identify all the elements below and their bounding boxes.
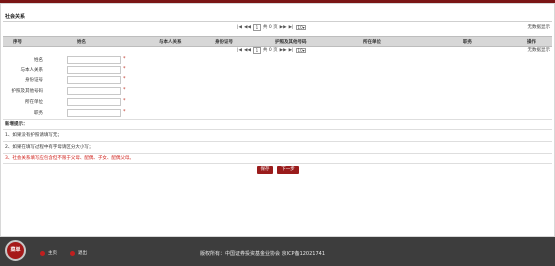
no-records-label-top: 无数据显示: [527, 25, 551, 30]
logout-label: 退出: [78, 251, 87, 256]
page-number-input[interactable]: 1: [252, 23, 261, 31]
field-label: 护照及其他号码: [11, 89, 44, 94]
section-divider: [3, 21, 552, 22]
tip-item-highlight: 3、社会关系填写应包含但不限于父母、配偶、子女、配偶父母。: [5, 156, 134, 161]
field-label: 身份证号: [25, 78, 43, 83]
tips-divider: [3, 153, 552, 154]
col-header-index: 序号: [13, 40, 22, 45]
col-header-passport: 护照及其他号码: [275, 40, 307, 45]
tip-item: 2、如果在填写过程中有字母请区分大小写；: [5, 145, 94, 150]
required-mark: *: [123, 76, 126, 82]
col-header-position: 职务: [463, 40, 472, 45]
page-total-label: 共 0 页: [262, 25, 278, 30]
id-number-input[interactable]: [67, 76, 121, 84]
tips-divider: [3, 119, 552, 120]
footer-bar: 菜单 主页 退出 版权所有：中国证券投资基金业协会 京ICP备12021741: [0, 237, 555, 266]
pager-bottom: |◀ ◀◀ 1 共 0 页 ▶▶ ▶| 10 ▾: [237, 46, 306, 54]
field-label: 所在单位: [25, 100, 43, 105]
col-header-employer: 所在单位: [363, 40, 381, 45]
next-page-button[interactable]: ▶▶: [280, 25, 287, 30]
per-page-select[interactable]: 10 ▾: [295, 24, 306, 30]
form-row-id-number: 身份证号 *: [1, 76, 555, 84]
required-mark: *: [123, 66, 126, 72]
tips-divider: [3, 129, 552, 130]
form-row-name: 姓名 *: [1, 56, 555, 64]
field-label: 与本人关系: [20, 68, 44, 73]
per-page-select[interactable]: 10 ▾: [295, 47, 306, 53]
logout-link[interactable]: 退出: [70, 250, 87, 256]
next-step-button[interactable]: 下一步: [277, 166, 299, 174]
tips-title: 新增提示：: [5, 122, 28, 127]
prev-page-button[interactable]: ◀◀: [244, 48, 251, 53]
first-page-button[interactable]: |◀: [237, 48, 242, 53]
save-button[interactable]: 保存: [257, 166, 273, 174]
pager-top: |◀ ◀◀ 1 共 0 页 ▶▶ ▶| 10 ▾: [237, 23, 306, 31]
name-input[interactable]: [67, 56, 121, 64]
tips-divider: [3, 141, 552, 142]
required-mark: *: [123, 98, 126, 104]
logout-icon: [70, 250, 75, 256]
prev-page-button[interactable]: ◀◀: [244, 25, 251, 30]
form-row-employer: 所在单位 *: [1, 98, 555, 106]
tip-item: 1、如果没有护照请填写无；: [5, 133, 62, 138]
tips-divider: [3, 163, 552, 164]
position-input[interactable]: [67, 109, 121, 117]
employer-input[interactable]: [67, 98, 121, 106]
home-icon: [40, 250, 45, 256]
chevron-down-icon: ▾: [302, 24, 305, 30]
no-records-label-bottom: 无数据显示: [527, 48, 551, 53]
form-row-position: 职务 *: [1, 109, 555, 117]
page-total-label: 共 0 页: [262, 48, 278, 53]
next-page-button[interactable]: ▶▶: [280, 48, 287, 53]
relation-input[interactable]: [67, 66, 121, 74]
form-row-passport: 护照及其他号码 *: [1, 87, 555, 95]
col-header-relation: 与本人关系: [159, 40, 182, 45]
col-header-name: 姓名: [77, 40, 86, 45]
menu-button[interactable]: 菜单: [5, 240, 26, 261]
main-panel: 社会关系 |◀ ◀◀ 1 共 0 页 ▶▶ ▶| 10 ▾ 无数据显示 序号 姓名…: [0, 3, 555, 237]
home-link[interactable]: 主页: [40, 250, 57, 256]
last-page-button[interactable]: ▶|: [289, 25, 294, 30]
home-label: 主页: [48, 251, 57, 256]
copyright-text: 版权所有：中国证券投资基金业协会 京ICP备12021741: [200, 251, 326, 257]
section-title: 社会关系: [5, 14, 26, 20]
col-header-actions: 操作: [527, 40, 536, 45]
passport-input[interactable]: [67, 87, 121, 95]
field-label: 职务: [34, 111, 43, 116]
field-label: 姓名: [34, 58, 43, 63]
required-mark: *: [123, 109, 126, 115]
first-page-button[interactable]: |◀: [237, 25, 242, 30]
chevron-down-icon: ▾: [302, 47, 305, 53]
required-mark: *: [123, 87, 126, 93]
col-header-id: 身份证号: [215, 40, 233, 45]
last-page-button[interactable]: ▶|: [289, 48, 294, 53]
required-mark: *: [123, 56, 126, 62]
page-number-input[interactable]: 1: [252, 46, 261, 54]
form-row-relation: 与本人关系 *: [1, 66, 555, 74]
